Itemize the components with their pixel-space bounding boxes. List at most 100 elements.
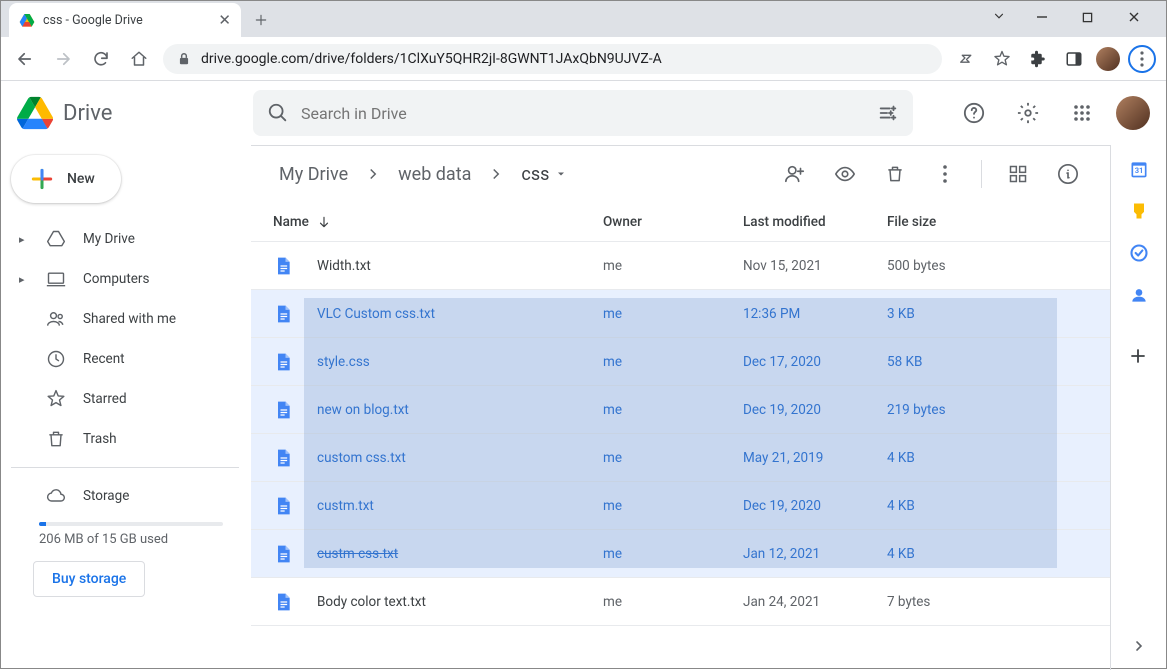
account-avatar[interactable]	[1116, 96, 1150, 130]
file-owner: me	[603, 546, 743, 562]
sidebar-item-label: Recent	[83, 351, 125, 367]
settings-icon[interactable]	[1008, 93, 1048, 133]
breadcrumb-item[interactable]: My Drive	[273, 160, 354, 189]
right-rail: 31	[1110, 145, 1166, 670]
header-actions	[954, 93, 1150, 133]
browser-tab[interactable]: css - Google Drive ✕	[9, 3, 241, 37]
sidebar-item-storage[interactable]: Storage	[11, 476, 251, 516]
search-input[interactable]	[301, 104, 865, 123]
file-row[interactable]: custm.txtmeDec 19, 20204 KB	[251, 482, 1110, 530]
new-tab-button[interactable]	[247, 6, 275, 34]
file-size: 4 KB	[887, 546, 915, 562]
collapse-rail-icon[interactable]	[1131, 638, 1147, 654]
people-icon	[45, 309, 67, 329]
buy-storage-button[interactable]: Buy storage	[33, 561, 145, 597]
file-name: custm.txt	[317, 498, 603, 514]
calendar-icon[interactable]: 31	[1129, 159, 1149, 179]
reload-button[interactable]	[87, 45, 115, 73]
column-owner[interactable]: Owner	[603, 214, 743, 230]
sidebar-item-mydrive[interactable]: ▸ My Drive	[11, 219, 251, 259]
trash-icon	[45, 429, 67, 449]
sidepanel-icon[interactable]	[1060, 45, 1088, 73]
tabs-dropdown-icon[interactable]	[992, 9, 1006, 23]
file-icon	[273, 448, 317, 468]
star-icon	[45, 389, 67, 409]
file-name: Width.txt	[317, 258, 603, 274]
preview-icon[interactable]	[825, 154, 865, 194]
file-row[interactable]: new on blog.txtmeDec 19, 2020219 bytes	[251, 386, 1110, 434]
sidebar-item-computers[interactable]: ▸ Computers	[11, 259, 251, 299]
new-button[interactable]: New	[11, 155, 121, 203]
sidebar-item-recent[interactable]: Recent	[11, 339, 251, 379]
more-actions-icon[interactable]	[925, 154, 965, 194]
minimize-button[interactable]	[1036, 11, 1068, 23]
contacts-icon[interactable]	[1129, 285, 1149, 305]
caret-icon: ▸	[19, 233, 29, 246]
layout-grid-icon[interactable]	[998, 154, 1038, 194]
maximize-button[interactable]	[1082, 12, 1114, 23]
file-modified: Nov 15, 2021	[743, 258, 887, 274]
file-name: Body color text.txt	[317, 594, 603, 610]
delete-icon[interactable]	[875, 154, 915, 194]
file-name: custom css.txt	[317, 450, 603, 466]
file-owner: me	[603, 450, 743, 466]
file-modified: May 21, 2019	[743, 450, 887, 466]
file-row[interactable]: Body color text.txtmeJan 24, 20217 bytes	[251, 578, 1110, 626]
sidebar-item-shared[interactable]: Shared with me	[11, 299, 251, 339]
sidebar-item-label: Starred	[83, 391, 127, 407]
tab-close-icon[interactable]: ✕	[218, 11, 231, 29]
file-row[interactable]: custm css.txtmeJan 12, 20214 KB	[251, 530, 1110, 578]
home-button[interactable]	[125, 45, 153, 73]
addons-icon[interactable]	[1129, 347, 1149, 367]
file-row[interactable]: Width.txtmeNov 15, 2021500 bytes	[251, 242, 1110, 290]
lock-icon	[177, 52, 191, 66]
sidebar-item-trash[interactable]: Trash	[11, 419, 251, 459]
search-box[interactable]	[253, 90, 913, 136]
search-options-icon[interactable]	[877, 102, 899, 124]
share-icon[interactable]	[952, 45, 980, 73]
drive-logo[interactable]: Drive	[17, 96, 237, 130]
file-size: 7 bytes	[887, 594, 930, 610]
url-field[interactable]: drive.google.com/drive/folders/1ClXuY5QH…	[163, 44, 942, 74]
svg-text:31: 31	[1134, 166, 1143, 175]
extensions-icon[interactable]	[1024, 45, 1052, 73]
column-size[interactable]: File size	[887, 214, 1088, 230]
file-size: 219 bytes	[887, 402, 946, 418]
file-row[interactable]: VLC Custom css.txtme12:36 PM3 KB	[251, 290, 1110, 338]
file-owner: me	[603, 354, 743, 370]
column-modified[interactable]: Last modified	[743, 214, 887, 230]
profile-avatar-small[interactable]	[1096, 47, 1120, 71]
file-modified: Dec 17, 2020	[743, 354, 887, 370]
content-pane: My Drive web data css	[251, 145, 1110, 670]
close-window-button[interactable]	[1128, 11, 1160, 23]
dropdown-caret-icon	[555, 168, 567, 180]
file-list: Width.txtmeNov 15, 2021500 bytesVLC Cust…	[251, 242, 1110, 626]
divider	[11, 467, 239, 468]
tasks-icon[interactable]	[1129, 243, 1149, 263]
file-row[interactable]: style.cssmeDec 17, 202058 KB	[251, 338, 1110, 386]
apps-icon[interactable]	[1062, 93, 1102, 133]
file-owner: me	[603, 258, 743, 274]
caret-icon: ▸	[19, 273, 29, 286]
computer-icon	[45, 269, 67, 289]
back-button[interactable]	[11, 45, 39, 73]
breadcrumb-item[interactable]: web data	[392, 160, 477, 189]
url-text: drive.google.com/drive/folders/1ClXuY5QH…	[201, 51, 662, 67]
divider	[981, 160, 982, 188]
view-details-icon[interactable]	[1048, 154, 1088, 194]
sidebar-item-label: Computers	[83, 271, 149, 287]
manage-access-icon[interactable]	[775, 154, 815, 194]
sidebar-item-starred[interactable]: Starred	[11, 379, 251, 419]
main-area: My Drive web data css	[251, 145, 1166, 670]
file-icon	[273, 544, 317, 564]
chrome-menu-button[interactable]	[1128, 45, 1156, 73]
tab-bar: css - Google Drive ✕	[1, 1, 1166, 37]
file-row[interactable]: custom css.txtmeMay 21, 20194 KB	[251, 434, 1110, 482]
forward-button[interactable]	[49, 45, 77, 73]
breadcrumb-item-current[interactable]: css	[515, 160, 573, 189]
bookmark-icon[interactable]	[988, 45, 1016, 73]
keep-icon[interactable]	[1129, 201, 1149, 221]
column-name[interactable]: Name	[273, 214, 603, 230]
file-icon	[273, 496, 317, 516]
help-icon[interactable]	[954, 93, 994, 133]
